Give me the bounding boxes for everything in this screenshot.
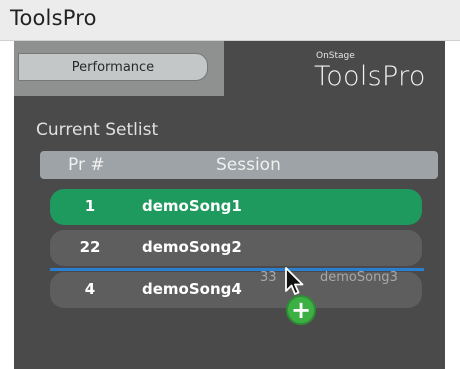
setlist-row[interactable]: 22 demoSong2 [50,230,422,266]
setlist-label: Current Setlist [36,120,159,140]
row-pr-number: 1 [84,197,96,215]
column-header-session[interactable]: Session [216,155,281,175]
plus-icon: + [286,295,316,325]
row-pr-number: 22 [79,238,101,256]
arrow-cursor-icon [285,267,304,295]
row-session-name: demoSong1 [142,197,242,215]
row-session-name: demoSong2 [142,238,242,256]
dragged-item-pr: 33 [260,270,277,285]
row-pr-number: 4 [84,280,96,298]
app-panel: Performance OnStage ToolsPro Current Set… [14,41,445,369]
brand-small-text: OnStage [316,51,355,61]
toolbar-panel: Performance [14,41,224,96]
brand-logo: ToolsPro [314,61,426,92]
dragged-item-session: demoSong3 [320,270,398,285]
setlist-row[interactable]: 1 demoSong1 [50,189,422,225]
performance-button[interactable]: Performance [18,53,208,81]
row-session-name: demoSong4 [142,280,242,298]
window-title: ToolsPro [10,6,97,30]
window-titlebar: ToolsPro [0,0,460,41]
column-header-pr[interactable]: Pr # [68,155,105,175]
setlist-header: Pr # Session [40,151,438,179]
